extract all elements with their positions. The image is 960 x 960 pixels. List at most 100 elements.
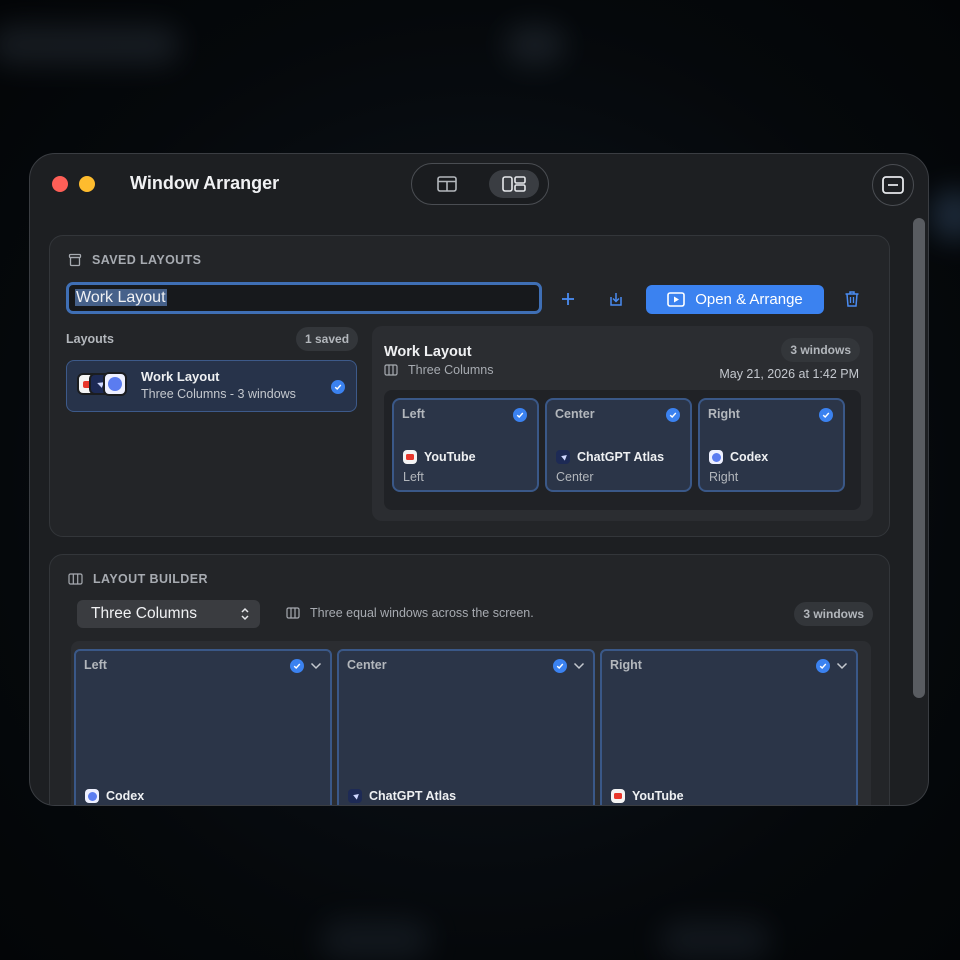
card-label: Left: [402, 407, 425, 421]
window-layout-icon: [437, 176, 457, 192]
column-app-name: ChatGPT Atlas: [369, 789, 457, 803]
preview-date: May 21, 2026 at 1:42 PM: [719, 367, 859, 381]
builder-windows-badge: 3 windows: [794, 602, 873, 626]
background-blur: [930, 190, 960, 240]
window-title: Window Arranger: [130, 173, 280, 193]
save-layout-button[interactable]: [602, 285, 630, 313]
layout-item-subtitle: Three Columns - 3 windows: [141, 387, 296, 401]
background-blur: [660, 920, 770, 960]
layout-name-field[interactable]: Work Layout: [66, 282, 542, 314]
single-view-button[interactable]: [422, 170, 472, 198]
layout-builder-title: LAYOUT BUILDER: [93, 572, 208, 586]
saved-layouts-title: SAVED LAYOUTS: [92, 253, 202, 267]
plus-icon: [562, 293, 574, 305]
column-controls: [290, 659, 322, 673]
layout-preview: Work Layout Three Columns 3 windows May …: [372, 326, 873, 521]
archive-box-icon: [68, 253, 82, 267]
toggle-panel-button[interactable]: [872, 164, 914, 206]
card-app-name: ChatGPT Atlas: [577, 450, 665, 464]
view-mode-toggle: [411, 163, 549, 205]
card-position: Right: [709, 470, 739, 484]
layout-type-value: Three Columns: [91, 605, 197, 622]
layout-name-value: Work Layout: [75, 289, 167, 306]
chevron-down-icon[interactable]: [310, 662, 322, 670]
layout-type-select[interactable]: Three Columns: [77, 600, 260, 628]
card-app: Codex: [709, 450, 768, 464]
chevron-down-icon[interactable]: [836, 662, 848, 670]
card-app-name: YouTube: [424, 450, 476, 464]
close-window-button[interactable]: [52, 176, 68, 192]
background-blur: [0, 25, 180, 65]
card-app: ChatGPT Atlas: [556, 450, 664, 464]
trash-icon: [845, 291, 859, 307]
layouts-label: Layouts: [66, 332, 114, 346]
saved-layouts-section: SAVED LAYOUTS Work Layout Open & Arrange…: [49, 235, 890, 537]
card-label: Center: [555, 407, 595, 421]
preview-card-left[interactable]: Left YouTube Left: [392, 398, 539, 492]
check-icon: [666, 408, 680, 422]
column-label: Left: [84, 658, 107, 672]
preview-canvas: Left YouTube Left Center ChatGPT Atlas C…: [384, 390, 861, 510]
columns-icon: [384, 364, 398, 376]
columns-icon: [286, 607, 300, 619]
youtube-icon: [611, 789, 625, 803]
codex-icon: [85, 789, 99, 803]
codex-icon: [709, 450, 723, 464]
card-app-name: Codex: [730, 450, 769, 464]
preview-card-right[interactable]: Right Codex Right: [698, 398, 845, 492]
preview-windows-badge: 3 windows: [781, 338, 860, 362]
check-icon: [513, 408, 527, 422]
layout-item-title: Work Layout: [141, 369, 220, 384]
open-arrange-button[interactable]: Open & Arrange: [646, 285, 824, 314]
column-label: Center: [347, 658, 387, 672]
app-window: Window Arranger SAVED LAYOUTS Work Layou…: [29, 153, 929, 806]
check-icon: [553, 659, 567, 673]
card-position: Center: [556, 470, 594, 484]
saved-layouts-header: SAVED LAYOUTS: [68, 253, 201, 267]
preview-subtitle: Three Columns: [408, 363, 494, 377]
saved-layout-item[interactable]: Work Layout Three Columns - 3 windows: [66, 360, 357, 412]
column-app-name: YouTube: [632, 789, 684, 803]
chatgpt-atlas-icon: [348, 789, 362, 803]
layout-builder-section: LAYOUT BUILDER Three Columns Three equal…: [49, 554, 890, 805]
column-label: Right: [610, 658, 642, 672]
youtube-icon: [403, 450, 417, 464]
card-label: Right: [708, 407, 740, 421]
builder-column-right[interactable]: Right YouTube: [600, 649, 858, 805]
layout-description-row: Three equal windows across the screen.: [286, 606, 534, 620]
chevron-updown-icon: [241, 607, 249, 621]
saved-count-badge: 1 saved: [296, 327, 359, 351]
background-blur: [320, 920, 430, 960]
check-icon: [819, 408, 833, 422]
builder-column-center[interactable]: Center ChatGPT Atlas: [337, 649, 595, 805]
chatgpt-atlas-icon: [556, 450, 570, 464]
check-icon: [290, 659, 304, 673]
layout-description: Three equal windows across the screen.: [310, 606, 534, 620]
column-app: ChatGPT Atlas: [348, 789, 456, 803]
builder-canvas: Left Codex Center ChatGPT Atlas Right Yo…: [71, 641, 871, 805]
add-layout-button[interactable]: [554, 285, 582, 313]
preview-card-center[interactable]: Center ChatGPT Atlas Center: [545, 398, 692, 492]
split-layout-icon: [502, 176, 526, 192]
column-controls: [816, 659, 848, 673]
preview-subtitle-row: Three Columns: [384, 363, 493, 377]
play-screen-icon: [667, 292, 686, 307]
chevron-down-icon[interactable]: [573, 662, 585, 670]
grid-view-button[interactable]: [489, 170, 539, 198]
layout-app-icons: [77, 372, 129, 399]
column-app-name: Codex: [106, 789, 145, 803]
columns-icon: [68, 573, 83, 585]
card-position: Left: [403, 470, 424, 484]
card-app: YouTube: [403, 450, 476, 464]
minimize-window-button[interactable]: [79, 176, 95, 192]
delete-layout-button[interactable]: [838, 285, 866, 313]
preview-title: Work Layout: [384, 344, 472, 360]
builder-column-left[interactable]: Left Codex: [74, 649, 332, 805]
title-bar: Window Arranger: [30, 154, 928, 214]
column-app: YouTube: [611, 789, 684, 803]
scrollbar[interactable]: [913, 218, 925, 698]
selected-check-icon: [331, 380, 345, 394]
column-controls: [553, 659, 585, 673]
download-tray-icon: [610, 293, 622, 306]
check-icon: [816, 659, 830, 673]
